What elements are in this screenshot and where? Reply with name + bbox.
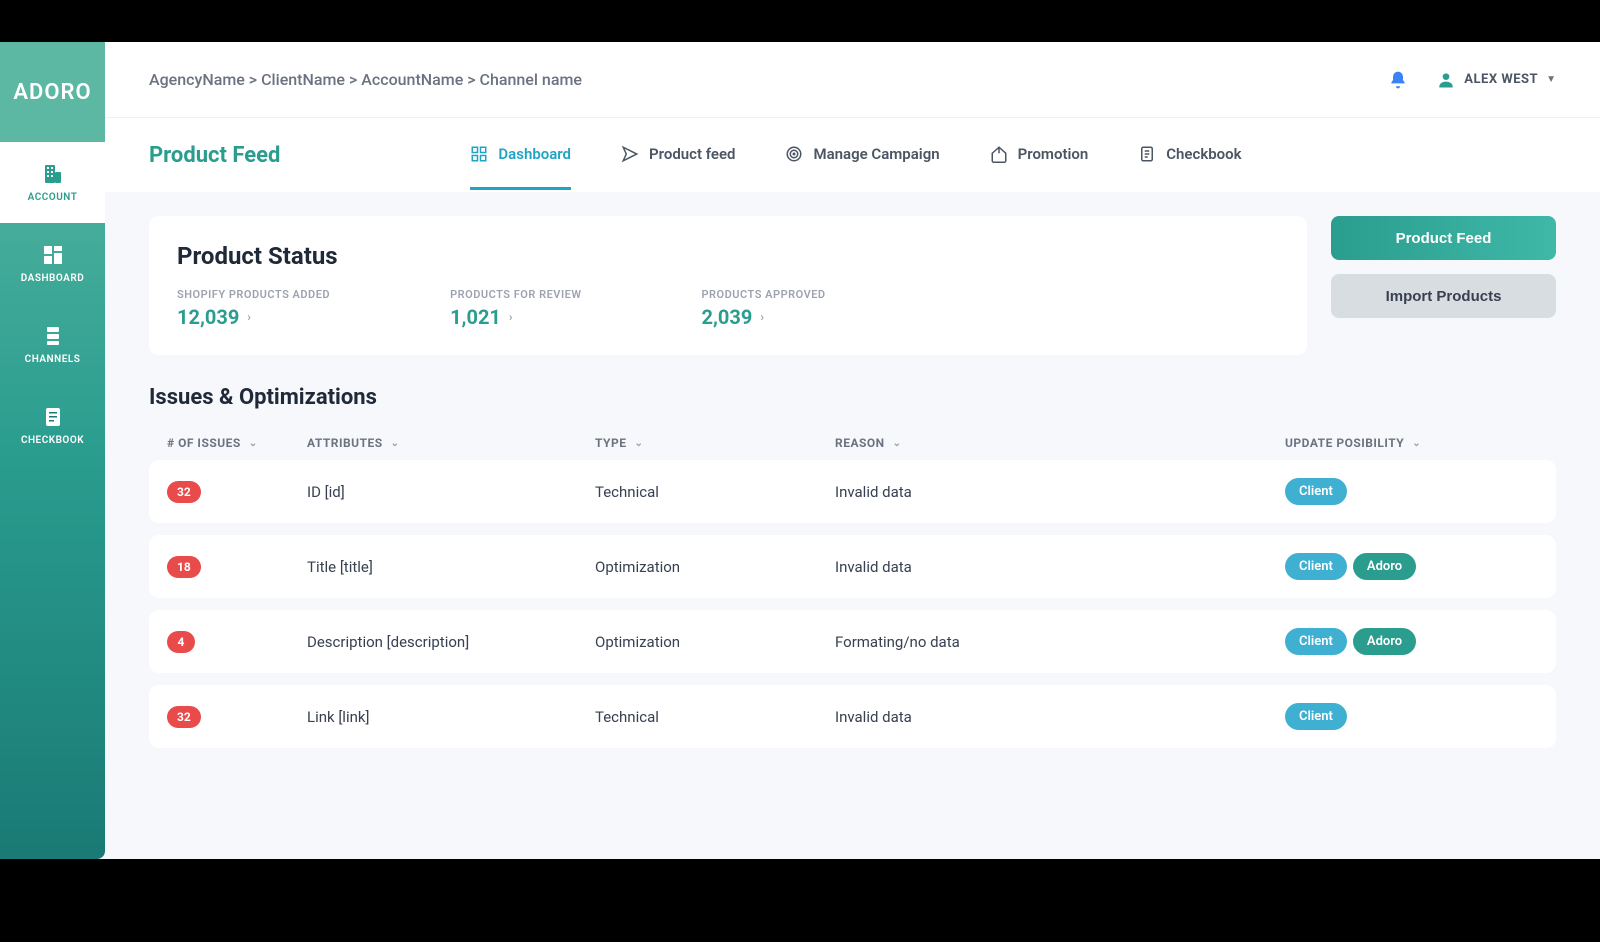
user-menu[interactable]: ALEX WEST ▼	[1436, 70, 1556, 90]
chevron-down-icon: ⌄	[1412, 438, 1421, 449]
chevron-down-icon: ⌄	[634, 438, 643, 449]
sidebar: ADORO ACCOUNT DASHBOARD CHANNELS CHECKBO…	[0, 42, 105, 859]
tab-checkbook[interactable]: Checkbook	[1138, 121, 1241, 190]
tab-dashboard[interactable]: Dashboard	[470, 121, 571, 190]
user-icon	[1436, 70, 1456, 90]
sidebar-item-label: CHANNELS	[25, 354, 81, 365]
cell-attribute: Description [description]	[307, 633, 595, 651]
cell-attribute: ID [id]	[307, 483, 595, 501]
issue-count-badge: 32	[167, 481, 201, 503]
tab-label: Manage Campaign	[813, 145, 939, 163]
chevron-right-icon: ›	[760, 310, 764, 324]
tab-label: Checkbook	[1166, 145, 1241, 163]
tab-promotion[interactable]: Promotion	[990, 121, 1089, 190]
breadcrumb[interactable]: AgencyName > ClientName > AccountName > …	[149, 70, 582, 89]
pill-client: Client	[1285, 628, 1347, 655]
pill-client: Client	[1285, 478, 1347, 505]
stat-label: PRODUCTS FOR REVIEW	[450, 288, 581, 301]
issue-count-badge: 4	[167, 631, 195, 653]
dashboard-icon	[41, 243, 65, 267]
cell-type: Optimization	[595, 633, 835, 651]
tab-label: Product feed	[649, 145, 735, 163]
chevron-right-icon: ›	[247, 310, 251, 324]
sidebar-item-checkbook[interactable]: CHECKBOOK	[0, 385, 105, 466]
checkbook-icon	[1138, 145, 1156, 163]
table-row[interactable]: 32 Link [link] Technical Invalid data Cl…	[149, 685, 1556, 748]
dashboard-icon	[470, 145, 488, 163]
table-header: # OF ISSUES⌄ ATTRIBUTES⌄ TYPE⌄ REASON⌄ U…	[149, 426, 1556, 460]
table-row[interactable]: 32 ID [id] Technical Invalid data Client	[149, 460, 1556, 523]
stat-for-review[interactable]: PRODUCTS FOR REVIEW 1,021 ›	[450, 288, 581, 329]
logo: ADORO	[0, 42, 105, 142]
issues-table: # OF ISSUES⌄ ATTRIBUTES⌄ TYPE⌄ REASON⌄ U…	[149, 426, 1556, 748]
main: AgencyName > ClientName > AccountName > …	[105, 42, 1600, 859]
bell-icon[interactable]	[1388, 70, 1408, 90]
th-reason[interactable]: REASON⌄	[835, 436, 1285, 450]
cell-reason: Invalid data	[835, 708, 1285, 726]
import-products-button[interactable]: Import Products	[1331, 274, 1556, 318]
page-title: Product Feed	[149, 143, 280, 168]
chevron-down-icon: ⌄	[391, 438, 400, 449]
table-row[interactable]: 18 Title [title] Optimization Invalid da…	[149, 535, 1556, 598]
tabs-bar: Product Feed Dashboard Product feed Mana…	[105, 117, 1600, 192]
th-update[interactable]: UPDATE POSIBILITY⌄	[1285, 436, 1538, 450]
channels-icon	[41, 324, 65, 348]
issues-title: Issues & Optimizations	[149, 385, 1556, 410]
stat-value: 12,039	[177, 305, 239, 329]
sidebar-item-label: DASHBOARD	[21, 273, 84, 284]
stat-shopify-added[interactable]: SHOPIFY PRODUCTS ADDED 12,039 ›	[177, 288, 330, 329]
cell-attribute: Link [link]	[307, 708, 595, 726]
promotion-icon	[990, 145, 1008, 163]
issue-count-badge: 18	[167, 556, 201, 578]
tab-label: Dashboard	[498, 145, 571, 163]
pill-client: Client	[1285, 703, 1347, 730]
stat-label: PRODUCTS APPROVED	[701, 288, 825, 301]
feed-icon	[621, 145, 639, 163]
cell-reason: Invalid data	[835, 558, 1285, 576]
pill-client: Client	[1285, 553, 1347, 580]
cell-reason: Formating/no data	[835, 633, 1285, 651]
chevron-right-icon: ›	[509, 310, 513, 324]
sidebar-item-label: CHECKBOOK	[21, 435, 84, 446]
product-status-card: Product Status SHOPIFY PRODUCTS ADDED 12…	[149, 216, 1307, 355]
tab-label: Promotion	[1018, 145, 1089, 163]
chevron-down-icon: ⌄	[249, 438, 258, 449]
checkbook-icon	[41, 405, 65, 429]
cell-attribute: Title [title]	[307, 558, 595, 576]
tab-manage-campaign[interactable]: Manage Campaign	[785, 121, 939, 190]
table-row[interactable]: 4 Description [description] Optimization…	[149, 610, 1556, 673]
brand-name: ADORO	[13, 80, 91, 105]
stat-label: SHOPIFY PRODUCTS ADDED	[177, 288, 330, 301]
stat-value: 2,039	[701, 305, 752, 329]
sidebar-item-label: ACCOUNT	[28, 192, 78, 203]
chevron-down-icon: ⌄	[893, 438, 902, 449]
tab-product-feed[interactable]: Product feed	[621, 121, 735, 190]
th-issues[interactable]: # OF ISSUES⌄	[167, 436, 307, 450]
cell-type: Technical	[595, 483, 835, 501]
content: Product Status SHOPIFY PRODUCTS ADDED 12…	[105, 192, 1600, 859]
pill-adoro: Adoro	[1353, 628, 1416, 655]
chevron-down-icon: ▼	[1546, 74, 1556, 85]
target-icon	[785, 145, 803, 163]
sidebar-item-dashboard[interactable]: DASHBOARD	[0, 223, 105, 304]
cell-type: Optimization	[595, 558, 835, 576]
th-type[interactable]: TYPE⌄	[595, 436, 835, 450]
stat-value: 1,021	[450, 305, 501, 329]
building-icon	[41, 162, 65, 186]
pill-adoro: Adoro	[1353, 553, 1416, 580]
user-name: ALEX WEST	[1464, 72, 1538, 87]
th-attributes[interactable]: ATTRIBUTES⌄	[307, 436, 595, 450]
stat-approved[interactable]: PRODUCTS APPROVED 2,039 ›	[701, 288, 825, 329]
cell-type: Technical	[595, 708, 835, 726]
status-title: Product Status	[177, 242, 1279, 270]
sidebar-item-channels[interactable]: CHANNELS	[0, 304, 105, 385]
issue-count-badge: 32	[167, 706, 201, 728]
sidebar-item-account[interactable]: ACCOUNT	[0, 142, 105, 223]
product-feed-button[interactable]: Product Feed	[1331, 216, 1556, 260]
cell-reason: Invalid data	[835, 483, 1285, 501]
topbar: AgencyName > ClientName > AccountName > …	[105, 42, 1600, 117]
